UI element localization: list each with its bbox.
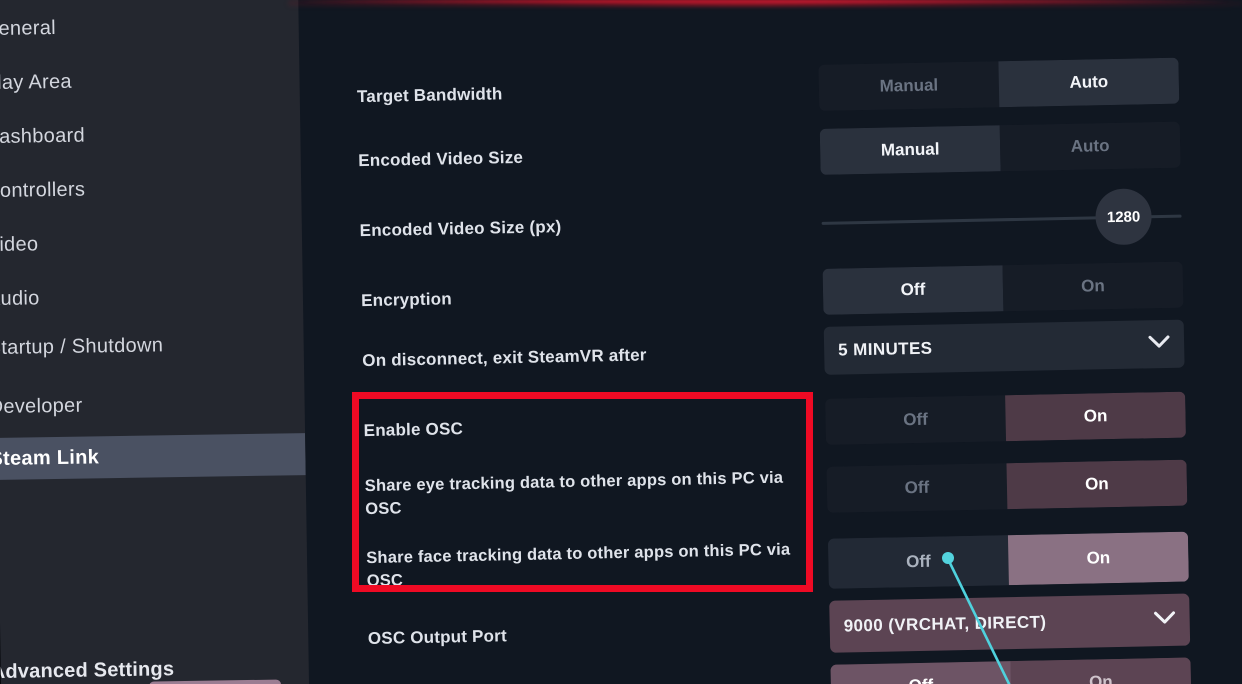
option-off[interactable]: Off: [826, 463, 1008, 513]
option-off[interactable]: Off: [827, 535, 1009, 589]
setting-row-encoded-video-size-px: Encoded Video Size (px) 1280: [290, 182, 1240, 263]
option-off[interactable]: Off: [825, 395, 1007, 445]
exit-steamvr-after-dropdown[interactable]: 5 MINUTES: [823, 319, 1185, 375]
enable-osc-segmented[interactable]: Off On: [825, 391, 1187, 445]
sidebar-item-audio[interactable]: Audio: [0, 273, 303, 320]
slider-thumb[interactable]: 1280: [1095, 188, 1153, 246]
chevron-down-icon: [1148, 334, 1170, 354]
sidebar-item-controllers[interactable]: Controllers: [0, 165, 302, 212]
sidebar-item-general[interactable]: General: [0, 3, 299, 50]
share-face-tracking-segmented[interactable]: Off On: [827, 531, 1189, 589]
sidebar-item-label: Dashboard: [0, 124, 86, 148]
sidebar-item-label: Startup / Shutdown: [0, 333, 164, 359]
option-auto[interactable]: Auto: [998, 57, 1180, 108]
option-on[interactable]: On: [1002, 261, 1184, 312]
setting-label: Encoded Video Size (px): [359, 217, 562, 241]
sidebar-item-startup-shutdown[interactable]: Startup / Shutdown: [0, 322, 304, 369]
dropdown-value: 9000 (VRCHAT, DIRECT): [843, 612, 1047, 636]
option-off[interactable]: Off: [822, 265, 1004, 315]
setting-label: Share face tracking data to other apps o…: [366, 540, 791, 591]
sidebar-item-label: Play Area: [0, 70, 72, 94]
graph-segmented[interactable]: Off On: [830, 657, 1192, 684]
encoded-video-size-segmented[interactable]: Manual Auto: [819, 121, 1181, 175]
setting-label: Enable OSC: [363, 419, 464, 441]
option-off[interactable]: Off: [830, 661, 1012, 684]
sidebar-item-label: Controllers: [0, 178, 86, 202]
osc-output-port-dropdown[interactable]: 9000 (VRCHAT, DIRECT): [829, 593, 1191, 653]
settings-content: Target Bandwidth Manual Auto Encoded Vid…: [290, 0, 1242, 684]
sidebar-item-label: Audio: [0, 286, 40, 310]
sidebar-item-play-area[interactable]: Play Area: [0, 57, 300, 104]
sidebar-item-label: Video: [0, 232, 39, 256]
vr-settings-overlay: General Play Area Dashboard Controllers …: [0, 0, 1242, 684]
chevron-down-icon: [1153, 610, 1176, 630]
sidebar-item-video[interactable]: Video: [0, 219, 302, 266]
setting-label: Encoded Video Size: [358, 147, 524, 171]
option-auto[interactable]: Auto: [999, 121, 1181, 172]
target-bandwidth-segmented[interactable]: Manual Auto: [818, 57, 1180, 111]
encoded-video-size-slider[interactable]: 1280: [821, 188, 1182, 246]
option-manual[interactable]: Manual: [819, 125, 1001, 175]
option-on[interactable]: On: [1006, 459, 1188, 510]
option-on[interactable]: On: [1005, 391, 1187, 442]
setting-label: Share eye tracking data to other apps on…: [364, 468, 784, 519]
top-red-line: [300, 0, 1230, 3]
dropdown-value: 5 MINUTES: [837, 338, 933, 360]
encryption-segmented[interactable]: Off On: [822, 261, 1184, 315]
option-on[interactable]: On: [1007, 531, 1189, 586]
sidebar-item-steam-link[interactable]: Steam Link: [0, 433, 306, 480]
sidebar-item-label: Steam Link: [0, 445, 100, 470]
setting-label: Target Bandwidth: [356, 84, 503, 107]
sidebar: General Play Area Dashboard Controllers …: [0, 0, 310, 684]
option-on[interactable]: On: [1010, 657, 1192, 684]
sidebar-item-label: Developer: [0, 394, 83, 418]
sidebar-item-developer[interactable]: Developer: [0, 381, 305, 428]
option-manual[interactable]: Manual: [818, 61, 1000, 111]
sidebar-item-label: General: [0, 16, 57, 40]
setting-label: OSC Output Port: [367, 626, 508, 648]
sidebar-item-dashboard[interactable]: Dashboard: [0, 111, 301, 158]
share-eye-tracking-segmented[interactable]: Off On: [826, 459, 1188, 513]
setting-label: On disconnect, exit SteamVR after: [362, 345, 647, 371]
setting-label: Encryption: [360, 289, 453, 311]
